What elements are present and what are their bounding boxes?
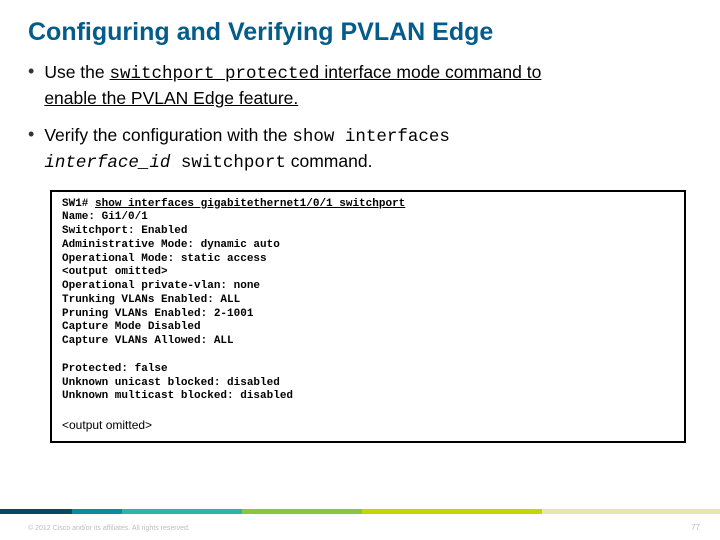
code-line: SW1# show interfaces gigabitethernet1/0/… bbox=[62, 198, 674, 212]
bullet-item-1: • Use the switchport protected interface… bbox=[28, 61, 692, 110]
terminal-output: SW1# show interfaces gigabitethernet1/0/… bbox=[50, 190, 686, 444]
slide: Configuring and Verifying PVLAN Edge • U… bbox=[0, 0, 720, 540]
b2-pre: Verify the configuration with the bbox=[44, 125, 292, 145]
code-line: Capture VLANs Allowed: ALL bbox=[62, 335, 674, 349]
b1-pre: Use the bbox=[44, 62, 109, 82]
b2-cmd-rest: switchport bbox=[170, 153, 286, 173]
code-line: <output omitted> bbox=[62, 266, 674, 280]
code-line-omitted: <output omitted> bbox=[62, 418, 674, 433]
bullet-1-text: Use the switchport protected interface m… bbox=[44, 61, 541, 110]
cli-prompt: SW1# bbox=[62, 198, 95, 210]
code-line: Switchport: Enabled bbox=[62, 225, 674, 239]
bullet-2-text: Verify the configuration with the show i… bbox=[44, 124, 450, 175]
code-line: Pruning VLANs Enabled: 2-1001 bbox=[62, 308, 674, 322]
b2-cmd-italic: interface_id bbox=[44, 153, 170, 173]
cli-command: show interfaces gigabitethernet1/0/1 swi… bbox=[95, 198, 405, 210]
page-number: 77 bbox=[691, 523, 700, 532]
code-line: Unknown unicast blocked: disabled bbox=[62, 377, 674, 391]
bullet-dot-icon: • bbox=[28, 61, 34, 110]
code-line: Unknown multicast blocked: disabled bbox=[62, 390, 674, 404]
copyright-text: © 2012 Cisco and/or its affiliates. All … bbox=[28, 525, 190, 532]
code-line: Capture Mode Disabled bbox=[62, 321, 674, 335]
code-line: Operational private-vlan: none bbox=[62, 280, 674, 294]
code-line: Name: Gi1/0/1 bbox=[62, 211, 674, 225]
code-line: Protected: false bbox=[62, 363, 674, 377]
footer-color-bar bbox=[0, 509, 720, 514]
code-line: Trunking VLANs Enabled: ALL bbox=[62, 294, 674, 308]
bullet-item-2: • Verify the configuration with the show… bbox=[28, 124, 692, 175]
code-line: Operational Mode: static access bbox=[62, 253, 674, 267]
blank-line bbox=[62, 349, 674, 363]
b2-post: command. bbox=[286, 151, 373, 171]
bullet-list: • Use the switchport protected interface… bbox=[28, 61, 692, 176]
b1-post2: enable the PVLAN Edge feature. bbox=[44, 88, 298, 108]
bullet-dot-icon: • bbox=[28, 124, 34, 175]
b1-command: switchport protected bbox=[110, 64, 320, 84]
b1-post1: interface mode command to bbox=[320, 62, 542, 82]
slide-title: Configuring and Verifying PVLAN Edge bbox=[28, 18, 692, 47]
code-line: Administrative Mode: dynamic auto bbox=[62, 239, 674, 253]
blank-line bbox=[62, 404, 674, 418]
b2-cmd1: show interfaces bbox=[292, 127, 450, 147]
